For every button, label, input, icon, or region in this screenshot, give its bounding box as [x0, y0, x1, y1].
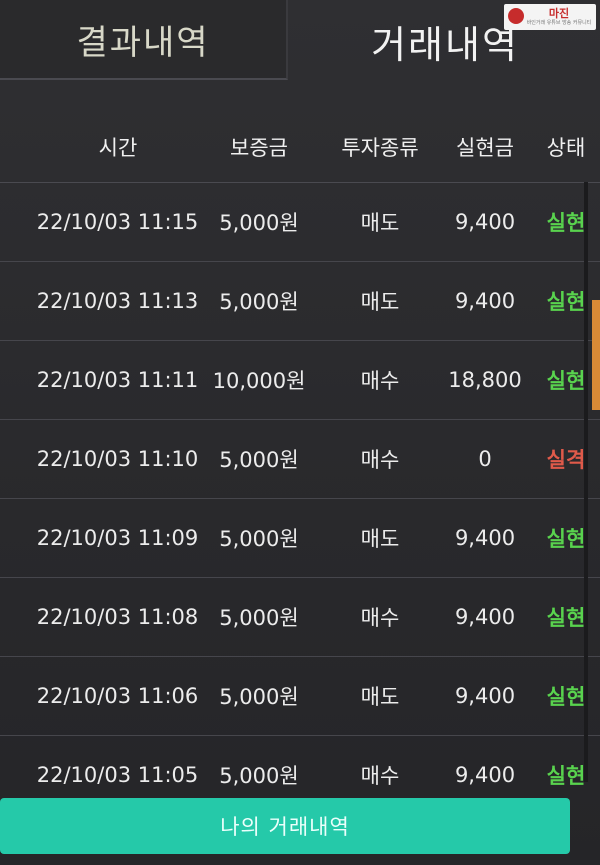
cell-realized: 9,400 — [454, 763, 516, 787]
table-row: 22/10/03 11:06 5,000원 매도 9,400 실현 — [0, 657, 600, 736]
tab-result-history[interactable]: 결과내역 — [0, 0, 288, 80]
cell-type: 매수 — [360, 606, 400, 630]
logo-name: 마진 — [548, 7, 570, 20]
cell-type: 매수 — [360, 764, 400, 788]
cell-realized: 9,400 — [454, 210, 516, 234]
cell-deposit: 5,000원 — [219, 606, 299, 630]
trade-table: 시간 보증금 투자종류 실현금 상태 22/10/03 11:15 5,000원… — [0, 112, 600, 814]
header-deposit: 보증금 — [230, 136, 288, 160]
table-row: 22/10/03 11:15 5,000원 매도 9,400 실현 — [0, 183, 600, 262]
edge-accent-bar — [592, 300, 600, 410]
cell-deposit: 5,000원 — [219, 290, 299, 314]
header-realized: 실현금 — [456, 136, 514, 160]
cell-realized: 9,400 — [454, 684, 516, 708]
cell-deposit: 5,000원 — [219, 448, 299, 472]
header-status: 상태 — [546, 136, 586, 160]
tab-bar: 결과내역 거래내역 마진 바인거래 유튜브 방송 커뮤니티 — [0, 0, 600, 82]
cell-type: 매도 — [360, 527, 400, 551]
table-row: 22/10/03 11:11 10,000원 매수 18,800 실현 — [0, 341, 600, 420]
my-trades-button[interactable]: 나의 거래내역 — [0, 798, 570, 854]
table-row: 22/10/03 11:10 5,000원 매수 0 실격 — [0, 420, 600, 499]
table-row: 22/10/03 11:09 5,000원 매도 9,400 실현 — [0, 499, 600, 578]
scrollbar-track[interactable] — [584, 182, 588, 782]
table-row: 22/10/03 11:08 5,000원 매수 9,400 실현 — [0, 578, 600, 657]
trade-history-screen: 결과내역 거래내역 마진 바인거래 유튜브 방송 커뮤니티 시간 보증금 투자종… — [0, 0, 600, 865]
cell-type: 매수 — [360, 369, 400, 393]
header-type: 투자종류 — [341, 136, 419, 160]
cell-realized: 18,800 — [448, 368, 522, 392]
cell-realized: 9,400 — [454, 289, 516, 313]
cell-deposit: 5,000원 — [219, 527, 299, 551]
cell-type: 매수 — [360, 448, 400, 472]
cell-deposit: 10,000원 — [212, 369, 306, 393]
logo-emblem-icon — [508, 8, 524, 24]
cell-deposit: 5,000원 — [219, 211, 299, 235]
cell-realized: 0 — [478, 447, 492, 471]
table-header: 시간 보증금 투자종류 실현금 상태 — [0, 112, 600, 183]
cell-type: 매도 — [360, 685, 400, 709]
cell-realized: 9,400 — [454, 526, 516, 550]
table-row: 22/10/03 11:13 5,000원 매도 9,400 실현 — [0, 262, 600, 341]
cell-deposit: 5,000원 — [219, 685, 299, 709]
logo-subtitle: 바인거래 유튜브 방송 커뮤니티 — [526, 20, 592, 26]
watermark-logo: 마진 바인거래 유튜브 방송 커뮤니티 — [504, 4, 596, 30]
header-time: 시간 — [98, 136, 138, 160]
cell-type: 매도 — [360, 290, 400, 314]
cell-type: 매도 — [360, 211, 400, 235]
cell-deposit: 5,000원 — [219, 764, 299, 788]
cell-realized: 9,400 — [454, 605, 516, 629]
